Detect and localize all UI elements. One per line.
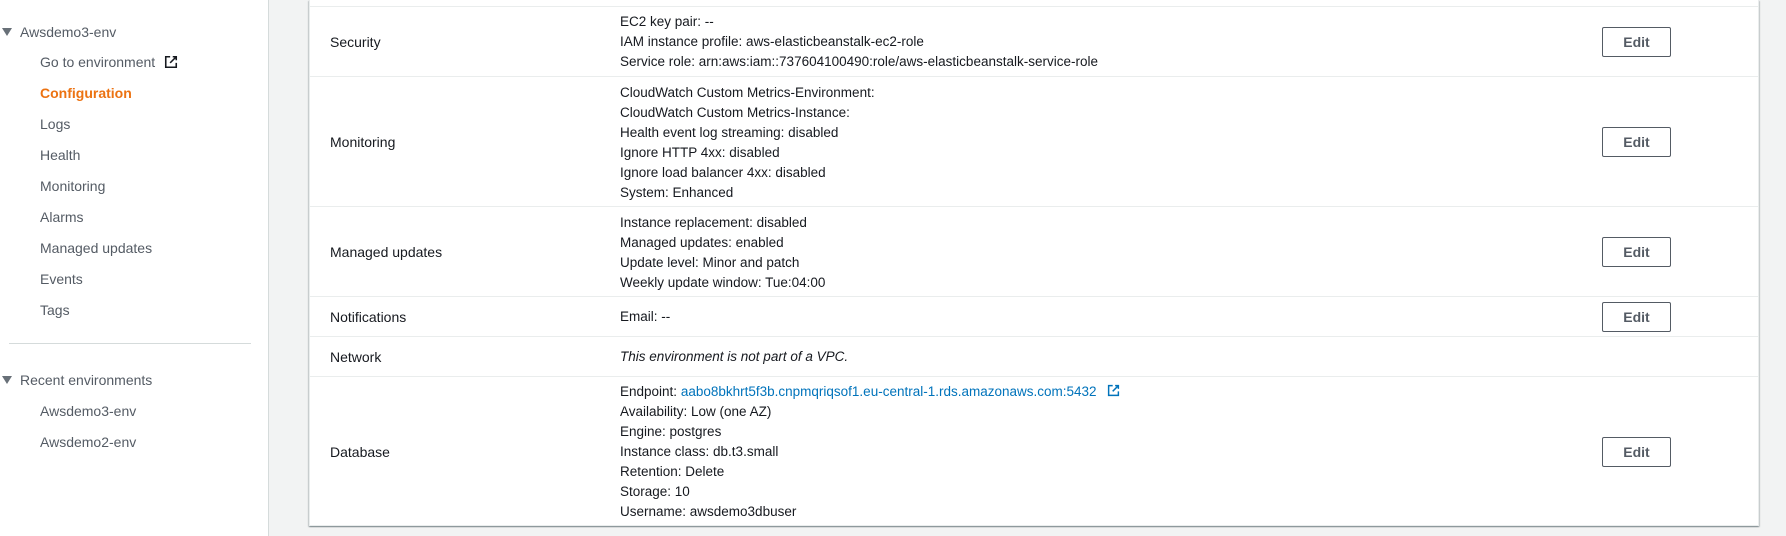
- recent-env-label: Awsdemo2-env: [40, 434, 137, 450]
- value-line: Username: awsdemo3dbuser: [620, 504, 797, 519]
- value-line: This environment is not part of a VPC.: [620, 349, 849, 364]
- value-line: Instance class: db.t3.small: [620, 444, 779, 459]
- row-label: Database: [330, 444, 390, 460]
- value-line: Ignore load balancer 4xx: disabled: [620, 165, 826, 180]
- value-line: Engine: postgres: [620, 424, 722, 439]
- value-line: Ignore HTTP 4xx: disabled: [620, 145, 780, 160]
- sidebar-item-label: Monitoring: [40, 178, 106, 194]
- config-row-notifications: Notifications Email: -- Edit: [310, 296, 1758, 336]
- row-values: Email: --: [620, 307, 670, 327]
- value-line: EC2 key pair: --: [620, 14, 714, 29]
- value-line: CloudWatch Custom Metrics-Environment:: [620, 85, 875, 100]
- value-line: IAM instance profile: aws-elasticbeansta…: [620, 34, 924, 49]
- recent-environments-toggle[interactable]: Recent environments: [0, 370, 152, 390]
- value-line: CloudWatch Custom Metrics-Instance:: [620, 105, 850, 120]
- edit-database-button[interactable]: Edit: [1602, 437, 1671, 467]
- recent-env-awsdemo2[interactable]: Awsdemo2-env: [40, 432, 136, 452]
- value-line: Instance replacement: disabled: [620, 215, 807, 230]
- sidebar-item-label: Events: [40, 271, 83, 287]
- sidebar-item-tags[interactable]: Tags: [40, 300, 70, 320]
- sidebar-item-label: Managed updates: [40, 240, 153, 256]
- value-line: Service role: arn:aws:iam::737604100490:…: [620, 54, 1098, 69]
- value-line: Update level: Minor and patch: [620, 255, 800, 270]
- recent-env-awsdemo3[interactable]: Awsdemo3-env: [40, 401, 136, 421]
- environment-toggle[interactable]: Awsdemo3-env: [0, 22, 116, 42]
- sidebar-item-label: Tags: [40, 302, 70, 318]
- endpoint-line: Endpoint: aabo8bkhrt5f3b.cnpmqriqsof1.eu…: [620, 382, 1120, 402]
- sidebar-item-label: Health: [40, 147, 81, 163]
- edit-security-button[interactable]: Edit: [1602, 27, 1671, 57]
- caret-down-icon: [2, 28, 12, 36]
- row-values: Endpoint: aabo8bkhrt5f3b.cnpmqriqsof1.eu…: [620, 382, 1120, 522]
- sidebar-item-logs[interactable]: Logs: [40, 114, 70, 134]
- edit-notifications-button[interactable]: Edit: [1602, 302, 1671, 332]
- value-line: Managed updates: enabled: [620, 235, 784, 250]
- row-label: Network: [330, 349, 382, 365]
- config-row-monitoring: Monitoring CloudWatch Custom Metrics-Env…: [310, 76, 1758, 206]
- sidebar-item-events[interactable]: Events: [40, 269, 83, 289]
- value-line: Retention: Delete: [620, 464, 725, 479]
- sidebar-item-managed-updates[interactable]: Managed updates: [40, 238, 152, 258]
- recent-env-label: Awsdemo3-env: [40, 403, 137, 419]
- row-label: Managed updates: [330, 244, 443, 260]
- sidebar-item-go-to-environment[interactable]: Go to environment: [40, 52, 178, 72]
- config-row-database: Database Endpoint: aabo8bkhrt5f3b.cnpmqr…: [310, 376, 1758, 526]
- configuration-panel: Security EC2 key pair: -- IAM instance p…: [309, 0, 1759, 526]
- external-link-icon[interactable]: [1107, 384, 1120, 397]
- endpoint-label: Endpoint:: [620, 384, 678, 399]
- value-line: Availability: Low (one AZ): [620, 404, 772, 419]
- value-line: Storage: 10: [620, 484, 690, 499]
- caret-down-icon: [2, 376, 12, 384]
- recent-environments-title: Recent environments: [20, 372, 153, 388]
- edit-monitoring-button[interactable]: Edit: [1602, 127, 1671, 157]
- external-link-icon: [165, 55, 178, 69]
- row-label: Notifications: [330, 309, 407, 325]
- row-values: CloudWatch Custom Metrics-Environment: C…: [620, 83, 875, 203]
- sidebar-item-label: Logs: [40, 116, 71, 132]
- row-values: Instance replacement: disabled Managed u…: [620, 213, 825, 293]
- config-row-network: Network This environment is not part of …: [310, 336, 1758, 376]
- sidebar-item-monitoring[interactable]: Monitoring: [40, 176, 105, 196]
- row-values: EC2 key pair: -- IAM instance profile: a…: [620, 12, 1098, 72]
- row-label: Monitoring: [330, 134, 396, 150]
- sidebar-item-health[interactable]: Health: [40, 145, 80, 165]
- value-line: Email: --: [620, 309, 671, 324]
- sidebar: Awsdemo3-env Go to environment Configura…: [0, 0, 269, 536]
- config-row-managed-updates: Managed updates Instance replacement: di…: [310, 206, 1758, 296]
- row-label: Security: [330, 34, 381, 50]
- sidebar-divider: [9, 343, 251, 344]
- sidebar-item-label: Alarms: [40, 209, 84, 225]
- sidebar-item-alarms[interactable]: Alarms: [40, 207, 84, 227]
- value-line: Health event log streaming: disabled: [620, 125, 839, 140]
- edit-managed-updates-button[interactable]: Edit: [1602, 237, 1671, 267]
- sidebar-item-label: Configuration: [40, 85, 132, 101]
- endpoint-link[interactable]: aabo8bkhrt5f3b.cnpmqriqsof1.eu-central-1…: [681, 384, 1097, 399]
- row-values: This environment is not part of a VPC.: [620, 347, 848, 367]
- config-row-security: Security EC2 key pair: -- IAM instance p…: [310, 6, 1758, 76]
- value-line: System: Enhanced: [620, 185, 734, 200]
- sidebar-item-label: Go to environment: [40, 54, 156, 70]
- environment-name: Awsdemo3-env: [20, 24, 117, 40]
- sidebar-item-configuration[interactable]: Configuration: [40, 83, 132, 103]
- value-line: Weekly update window: Tue:04:00: [620, 275, 826, 290]
